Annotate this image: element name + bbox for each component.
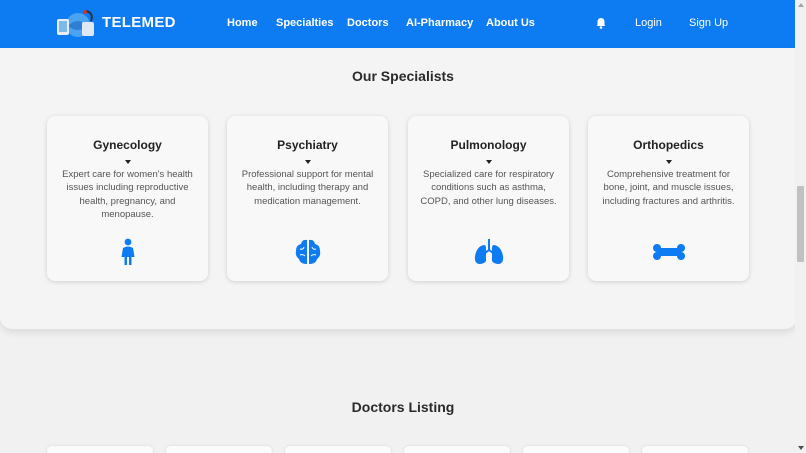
bell-icon[interactable] [595, 17, 607, 29]
doctor-card[interactable] [404, 446, 510, 453]
caret-down-icon [485, 160, 492, 164]
telemed-logo-icon[interactable] [54, 8, 96, 40]
caret-down-icon [124, 160, 131, 164]
navbar: TELEMED Home Specialties Doctors AI-Phar… [0, 0, 795, 48]
card-description: Comprehensive treatment for bone, joint,… [602, 169, 735, 207]
doctor-card[interactable] [166, 446, 272, 453]
card-title: Gynecology [93, 138, 162, 152]
doctor-card[interactable] [642, 446, 748, 453]
card-title: Psychiatry [277, 138, 338, 152]
card-description: Expert care for women's health issues in… [62, 169, 193, 221]
login-link[interactable]: Login [635, 17, 662, 29]
card-title: Pulmonology [450, 138, 527, 152]
brain-icon [295, 239, 320, 264]
signup-link[interactable]: Sign Up [689, 17, 728, 29]
scroll-down-arrow-icon[interactable] [798, 446, 804, 450]
specialty-card-orthopedics[interactable]: Orthopedics Comprehensive treatment for … [588, 116, 749, 281]
scroll-up-arrow-icon[interactable] [798, 3, 804, 7]
specialty-card-gynecology[interactable]: Gynecology Expert care for women's healt… [47, 116, 208, 281]
female-figure-icon [121, 238, 134, 265]
lungs-icon [474, 239, 503, 264]
doctor-card[interactable] [285, 446, 391, 453]
nav-doctors[interactable]: Doctors [347, 17, 389, 29]
nav-specialties[interactable]: Specialties [276, 17, 333, 29]
caret-down-icon [304, 160, 311, 164]
doctors-listing-title: Doctors Listing [351, 399, 455, 415]
card-description: Professional support for mental health, … [241, 169, 374, 207]
specialists-title: Our Specialists [352, 68, 454, 84]
doctor-card[interactable] [47, 446, 153, 453]
bone-icon [652, 244, 685, 260]
nav-ai-pharmacy[interactable]: AI-Pharmacy [406, 17, 473, 29]
caret-down-icon [665, 160, 672, 164]
card-title: Orthopedics [633, 138, 704, 152]
brand-name[interactable]: TELEMED [102, 14, 176, 31]
scroll-thumb[interactable] [797, 186, 804, 262]
doctor-card[interactable] [523, 446, 629, 453]
vertical-scrollbar[interactable] [795, 0, 806, 453]
nav-home[interactable]: Home [227, 17, 258, 29]
card-description: Specialized care for respiratory conditi… [420, 169, 557, 207]
nav-about-us[interactable]: About Us [486, 17, 535, 29]
specialty-card-psychiatry[interactable]: Psychiatry Professional support for ment… [227, 116, 388, 281]
specialty-card-pulmonology[interactable]: Pulmonology Specialized care for respira… [408, 116, 569, 281]
